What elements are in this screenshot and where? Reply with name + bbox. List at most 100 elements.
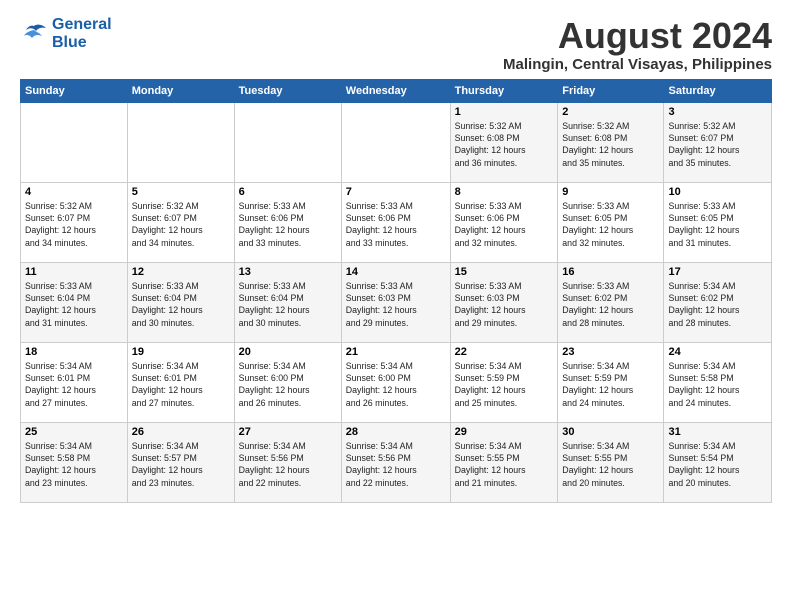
day-number: 22 xyxy=(455,346,554,358)
day-cell xyxy=(127,102,234,182)
day-number: 10 xyxy=(668,186,767,198)
day-cell: 7Sunrise: 5:33 AM Sunset: 6:06 PM Daylig… xyxy=(341,182,450,262)
day-cell: 22 Sunrise: 5:34 AM Sunset: 5:59 PM Dayli… xyxy=(450,342,558,422)
day-info: Sunrise: 5:32 AM Sunset: 6:08 PM Dayligh… xyxy=(455,120,554,169)
day-info: Sunrise: 5:34 AM Sunset: 5:54 PM Dayligh… xyxy=(668,440,767,489)
day-info: Sunrise: 5:34 AM Sunset: 6:02 PM Dayligh… xyxy=(668,280,767,329)
day-cell: 2 Sunrise: 5:32 AM Sunset: 6:08 PM Daylig… xyxy=(558,102,664,182)
day-info: Sunrise: 5:34 AM Sunset: 5:59 PM Dayligh… xyxy=(455,360,554,409)
day-info: Sunrise: 5:34 AM Sunset: 6:00 PM Dayligh… xyxy=(239,360,337,409)
day-cell: 15Sunrise: 5:33 AM Sunset: 6:03 PM Dayli… xyxy=(450,262,558,342)
col-tuesday: Tuesday xyxy=(234,79,341,102)
col-saturday: Saturday xyxy=(664,79,772,102)
week-row-5: 25Sunrise: 5:34 AM Sunset: 5:58 PM Dayli… xyxy=(21,422,772,502)
day-info: Sunrise: 5:33 AM Sunset: 6:04 PM Dayligh… xyxy=(25,280,123,329)
day-cell xyxy=(234,102,341,182)
day-number: 15 xyxy=(455,266,554,278)
day-cell: 26 Sunrise: 5:34 AM Sunset: 5:57 PM Dayli… xyxy=(127,422,234,502)
day-info: Sunrise: 5:34 AM Sunset: 6:00 PM Dayligh… xyxy=(346,360,446,409)
day-cell: 13 Sunrise: 5:33 AM Sunset: 6:04 PM Dayli… xyxy=(234,262,341,342)
day-number: 8 xyxy=(455,186,554,198)
day-cell: 6 Sunrise: 5:33 AM Sunset: 6:06 PM Daylig… xyxy=(234,182,341,262)
day-number: 24 xyxy=(668,346,767,358)
day-info: Sunrise: 5:32 AM Sunset: 6:08 PM Dayligh… xyxy=(562,120,659,169)
logo-text: General Blue xyxy=(52,16,112,51)
day-number: 7 xyxy=(346,186,446,198)
day-cell: 25Sunrise: 5:34 AM Sunset: 5:58 PM Dayli… xyxy=(21,422,128,502)
day-cell: 11 Sunrise: 5:33 AM Sunset: 6:04 PM Dayli… xyxy=(21,262,128,342)
day-info: Sunrise: 5:33 AM Sunset: 6:04 PM Dayligh… xyxy=(132,280,230,329)
week-row-4: 18 Sunrise: 5:34 AM Sunset: 6:01 PM Dayli… xyxy=(21,342,772,422)
day-info: Sunrise: 5:33 AM Sunset: 6:04 PM Dayligh… xyxy=(239,280,337,329)
week-row-2: 4 Sunrise: 5:32 AM Sunset: 6:07 PM Daylig… xyxy=(21,182,772,262)
day-info: Sunrise: 5:34 AM Sunset: 5:55 PM Dayligh… xyxy=(562,440,659,489)
day-info: Sunrise: 5:33 AM Sunset: 6:05 PM Dayligh… xyxy=(562,200,659,249)
day-number: 26 xyxy=(132,426,230,438)
day-info: Sunrise: 5:34 AM Sunset: 5:55 PM Dayligh… xyxy=(455,440,554,489)
day-number: 18 xyxy=(25,346,123,358)
week-row-1: 1 Sunrise: 5:32 AM Sunset: 6:08 PM Daylig… xyxy=(21,102,772,182)
day-cell: 1 Sunrise: 5:32 AM Sunset: 6:08 PM Daylig… xyxy=(450,102,558,182)
day-cell: 31 Sunrise: 5:34 AM Sunset: 5:54 PM Dayli… xyxy=(664,422,772,502)
day-cell: 8 Sunrise: 5:33 AM Sunset: 6:06 PM Daylig… xyxy=(450,182,558,262)
day-number: 29 xyxy=(455,426,554,438)
header-row: Sunday Monday Tuesday Wednesday Thursday… xyxy=(21,79,772,102)
col-monday: Monday xyxy=(127,79,234,102)
logo: General Blue xyxy=(20,16,112,51)
day-number: 13 xyxy=(239,266,337,278)
day-number: 27 xyxy=(239,426,337,438)
day-cell: 20Sunrise: 5:34 AM Sunset: 6:00 PM Dayli… xyxy=(234,342,341,422)
day-cell xyxy=(341,102,450,182)
day-info: Sunrise: 5:33 AM Sunset: 6:06 PM Dayligh… xyxy=(239,200,337,249)
day-info: Sunrise: 5:32 AM Sunset: 6:07 PM Dayligh… xyxy=(25,200,123,249)
day-cell: 28 Sunrise: 5:34 AM Sunset: 5:56 PM Dayli… xyxy=(341,422,450,502)
day-cell: 14 Sunrise: 5:33 AM Sunset: 6:03 PM Dayli… xyxy=(341,262,450,342)
logo-icon xyxy=(20,22,48,46)
day-cell: 12 Sunrise: 5:33 AM Sunset: 6:04 PM Dayli… xyxy=(127,262,234,342)
day-info: Sunrise: 5:34 AM Sunset: 5:58 PM Dayligh… xyxy=(668,360,767,409)
day-number: 2 xyxy=(562,106,659,118)
day-number: 30 xyxy=(562,426,659,438)
day-number: 11 xyxy=(25,266,123,278)
day-info: Sunrise: 5:34 AM Sunset: 5:59 PM Dayligh… xyxy=(562,360,659,409)
day-number: 21 xyxy=(346,346,446,358)
day-cell: 16 Sunrise: 5:33 AM Sunset: 6:02 PM Dayli… xyxy=(558,262,664,342)
day-cell: 27 Sunrise: 5:34 AM Sunset: 5:56 PM Dayli… xyxy=(234,422,341,502)
day-number: 12 xyxy=(132,266,230,278)
calendar-table: Sunday Monday Tuesday Wednesday Thursday… xyxy=(20,79,772,503)
day-number: 31 xyxy=(668,426,767,438)
col-sunday: Sunday xyxy=(21,79,128,102)
header: General Blue August 2024 Malingin, Centr… xyxy=(20,16,772,73)
day-info: Sunrise: 5:34 AM Sunset: 5:57 PM Dayligh… xyxy=(132,440,230,489)
calendar-subtitle: Malingin, Central Visayas, Philippines xyxy=(503,56,772,73)
day-cell: 19 Sunrise: 5:34 AM Sunset: 6:01 PM Dayli… xyxy=(127,342,234,422)
day-number: 28 xyxy=(346,426,446,438)
day-cell: 18Sunrise: 5:34 AM Sunset: 6:01 PM Dayli… xyxy=(21,342,128,422)
day-number: 1 xyxy=(455,106,554,118)
col-thursday: Thursday xyxy=(450,79,558,102)
day-cell: 29 Sunrise: 5:34 AM Sunset: 5:55 PM Dayli… xyxy=(450,422,558,502)
day-number: 19 xyxy=(132,346,230,358)
day-number: 5 xyxy=(132,186,230,198)
day-cell: 3Sunrise: 5:32 AM Sunset: 6:07 PM Daylig… xyxy=(664,102,772,182)
day-info: Sunrise: 5:34 AM Sunset: 5:56 PM Dayligh… xyxy=(239,440,337,489)
day-number: 14 xyxy=(346,266,446,278)
day-cell: 5Sunrise: 5:32 AM Sunset: 6:07 PM Daylig… xyxy=(127,182,234,262)
day-info: Sunrise: 5:33 AM Sunset: 6:02 PM Dayligh… xyxy=(562,280,659,329)
day-cell: 17Sunrise: 5:34 AM Sunset: 6:02 PM Dayli… xyxy=(664,262,772,342)
day-info: Sunrise: 5:34 AM Sunset: 5:56 PM Dayligh… xyxy=(346,440,446,489)
day-info: Sunrise: 5:33 AM Sunset: 6:06 PM Dayligh… xyxy=(455,200,554,249)
day-cell: 21 Sunrise: 5:34 AM Sunset: 6:00 PM Dayli… xyxy=(341,342,450,422)
title-block: August 2024 Malingin, Central Visayas, P… xyxy=(503,16,772,73)
day-info: Sunrise: 5:33 AM Sunset: 6:05 PM Dayligh… xyxy=(668,200,767,249)
page: General Blue August 2024 Malingin, Centr… xyxy=(0,0,792,513)
week-row-3: 11 Sunrise: 5:33 AM Sunset: 6:04 PM Dayli… xyxy=(21,262,772,342)
day-number: 9 xyxy=(562,186,659,198)
day-info: Sunrise: 5:33 AM Sunset: 6:03 PM Dayligh… xyxy=(346,280,446,329)
day-number: 6 xyxy=(239,186,337,198)
day-number: 16 xyxy=(562,266,659,278)
col-wednesday: Wednesday xyxy=(341,79,450,102)
day-info: Sunrise: 5:34 AM Sunset: 6:01 PM Dayligh… xyxy=(132,360,230,409)
day-number: 4 xyxy=(25,186,123,198)
calendar-title: August 2024 xyxy=(503,16,772,56)
